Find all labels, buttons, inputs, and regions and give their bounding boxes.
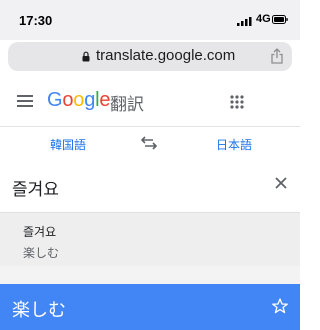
lock-icon [82,51,90,62]
product-name: 翻訳 [110,95,144,114]
target-language-button[interactable]: 日本語 [216,136,252,153]
source-text[interactable]: 즐겨요 [12,175,59,200]
star-icon[interactable] [272,298,288,314]
result-text: 楽しむ [12,300,66,320]
suggestion-source: 즐겨요 [23,225,57,239]
suggestion-translation: 楽しむ [23,246,60,260]
network-type: 4G [256,13,271,25]
logo-letter: o [62,89,74,111]
suggestion-item[interactable]: 즐겨요 楽しむ [0,212,300,267]
close-icon[interactable] [275,177,287,189]
logo-letter: e [99,89,111,111]
url-text[interactable]: translate.google.com [96,47,235,64]
swap-icon[interactable] [141,136,157,150]
translate-app: Google 翻訳 韓国語 日本語 즐겨요 즐겨요 楽しむ 楽しむ [0,78,300,330]
address-bar[interactable]: translate.google.com [8,42,292,71]
google-logo: Google [47,89,111,112]
battery-icon [272,15,288,24]
source-language-button[interactable]: 韓国語 [50,136,86,153]
source-text-area[interactable]: 즐겨요 [0,160,300,210]
logo-letter: o [73,89,85,111]
translation-result[interactable]: 楽しむ [0,284,300,330]
menu-icon[interactable] [17,95,33,107]
status-bar: 17:30 4G [0,0,300,40]
share-icon[interactable] [271,48,283,64]
app-header: Google 翻訳 [0,78,300,126]
suggestion-spacer [0,266,300,284]
apps-icon[interactable] [230,95,244,109]
signal-icon [237,17,252,26]
status-time: 17:30 [19,13,53,28]
logo-letter: G [47,89,63,111]
logo-letter: g [84,89,96,111]
language-bar: 韓国語 日本語 [0,126,300,161]
